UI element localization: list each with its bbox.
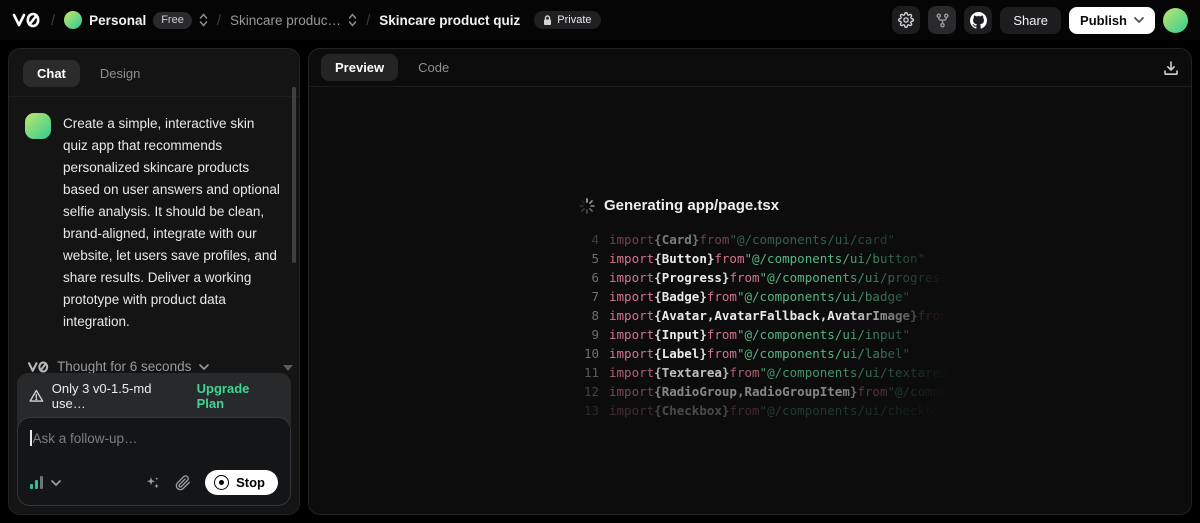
gear-icon — [898, 12, 914, 28]
enhance-button[interactable] — [145, 475, 161, 491]
preview-header: Preview Code — [309, 49, 1191, 87]
spinner-icon — [579, 198, 595, 214]
chat-panel: Chat Design Create a simple, interactive… — [8, 48, 300, 515]
chevron-updown-icon — [348, 13, 357, 27]
code-line: 8import { Avatar, AvatarFallback, Avatar… — [579, 306, 957, 325]
v0-logo-icon[interactable] — [12, 12, 40, 28]
code-stream: 4import { Card } from "@/components/ui/c… — [579, 230, 957, 420]
workspace: Chat Design Create a simple, interactive… — [0, 40, 1200, 523]
publish-button-label: Publish — [1080, 13, 1127, 28]
chevron-down-icon — [1134, 17, 1144, 23]
attach-button[interactable] — [175, 475, 191, 491]
sidebar-tabs: Chat Design — [9, 49, 299, 97]
publish-button[interactable]: Publish — [1069, 7, 1155, 34]
code-line: 13import { Checkbox } from "@/components… — [579, 401, 957, 420]
warning-icon — [29, 389, 44, 403]
fork-button[interactable] — [928, 6, 956, 34]
model-selector[interactable] — [30, 476, 61, 489]
tab-chat[interactable]: Chat — [23, 60, 80, 87]
project-switcher[interactable]: Skincare produc… — [230, 13, 357, 28]
code-line: 11import { Textarea } from "@/components… — [579, 363, 957, 382]
download-icon — [1163, 60, 1179, 76]
thought-toggle[interactable]: Thought for 6 seconds — [27, 359, 281, 374]
generating-title: Generating app/page.tsx — [604, 197, 779, 214]
breadcrumb-separator: / — [216, 12, 222, 29]
download-button[interactable] — [1163, 60, 1179, 76]
tab-design[interactable]: Design — [86, 60, 154, 87]
v0-mini-icon — [27, 361, 49, 373]
code-line: 7import { Badge } from "@/components/ui/… — [579, 287, 957, 306]
project-title: Skincare product quiz — [379, 13, 520, 28]
stop-icon — [214, 475, 229, 490]
chevron-updown-icon — [199, 13, 208, 27]
followup-input[interactable] — [33, 431, 273, 446]
generation-status: Generating app/page.tsx 4import { Card }… — [579, 197, 957, 420]
fork-icon — [935, 13, 950, 28]
code-line: 6import { Progress } from "@/components/… — [579, 268, 957, 287]
workspace-name: Personal — [89, 13, 146, 28]
chevron-down-icon — [51, 480, 61, 486]
upgrade-plan-link[interactable]: Upgrade Plan — [197, 381, 279, 411]
project-switcher-label: Skincare produc… — [230, 13, 341, 28]
usage-bars-icon — [30, 476, 43, 489]
composer: Only 3 v0-1.5-md use… Upgrade Plan — [17, 373, 291, 506]
plan-badge: Free — [153, 12, 192, 29]
tab-preview[interactable]: Preview — [321, 54, 398, 81]
paperclip-icon — [175, 475, 191, 491]
code-line: 12import { RadioGroup, RadioGroupItem } … — [579, 382, 957, 401]
settings-button[interactable] — [892, 6, 920, 34]
code-line: 10import { Label } from "@/components/ui… — [579, 344, 957, 363]
preview-panel: Preview Code Generating app/page.tsx 4im… — [308, 48, 1192, 515]
lock-icon — [543, 15, 552, 26]
sidebar-scrollbar[interactable] — [292, 87, 296, 263]
top-bar: / Personal Free / Skincare produc… / Ski… — [0, 0, 1200, 40]
usage-banner-text: Only 3 v0-1.5-md use… — [52, 381, 187, 411]
code-line: 9import { Input } from "@/components/ui/… — [579, 325, 957, 344]
user-message: Create a simple, interactive skin quiz a… — [25, 113, 281, 333]
scroll-down-indicator[interactable] — [283, 365, 293, 371]
thought-label: Thought for 6 seconds — [57, 359, 191, 374]
breadcrumb-separator: / — [365, 12, 371, 29]
stop-button[interactable]: Stop — [205, 470, 278, 495]
privacy-badge-label: Private — [557, 14, 591, 26]
privacy-badge[interactable]: Private — [534, 11, 600, 29]
github-button[interactable] — [964, 6, 992, 34]
code-line: 5import { Button } from "@/components/ui… — [579, 249, 957, 268]
user-message-text: Create a simple, interactive skin quiz a… — [63, 113, 281, 333]
breadcrumb-separator: / — [50, 12, 56, 29]
code-line: 4import { Card } from "@/components/ui/c… — [579, 230, 957, 249]
workspace-switcher[interactable]: Personal Free — [64, 11, 208, 29]
user-message-avatar — [25, 113, 51, 139]
text-caret — [30, 430, 32, 446]
tab-code[interactable]: Code — [404, 54, 463, 81]
user-avatar[interactable] — [1163, 8, 1188, 33]
sparkles-icon — [145, 475, 161, 491]
stop-button-label: Stop — [236, 475, 265, 490]
share-button[interactable]: Share — [1000, 7, 1061, 34]
workspace-avatar — [64, 11, 82, 29]
github-icon — [970, 12, 987, 29]
chevron-down-icon — [199, 364, 209, 370]
followup-card: Stop — [17, 417, 291, 506]
